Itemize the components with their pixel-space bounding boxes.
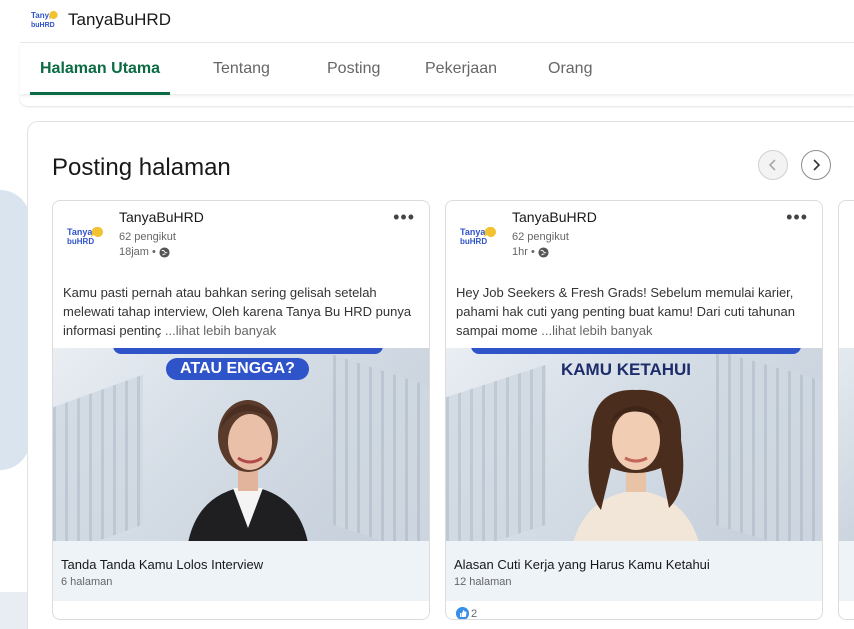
post-timestamp: 18jam • xyxy=(119,246,156,258)
reaction-number: 2 xyxy=(471,607,478,620)
chevron-left-icon xyxy=(768,159,776,171)
post-text: Hey Job Seekers & Fresh Grads! Sebelum m… xyxy=(456,283,816,340)
tab-halaman-utama[interactable]: Halaman Utama xyxy=(29,43,171,95)
post-time: 18jam • xyxy=(119,246,170,258)
post-text: Kamu pasti pernah atau bahkan sering gel… xyxy=(63,283,423,340)
post-followers: 62 pengikut xyxy=(119,231,176,243)
headline-banner xyxy=(113,348,383,354)
chevron-right-icon xyxy=(813,159,821,171)
person-photo xyxy=(188,400,308,541)
headline-banner xyxy=(471,348,801,354)
carousel-next-button[interactable] xyxy=(801,150,831,180)
page-tabs: Halaman Utama Tentang Posting Pekerjaan … xyxy=(20,42,854,95)
tab-tentang[interactable]: Tentang xyxy=(213,43,270,95)
tab-posting[interactable]: Posting xyxy=(327,43,380,95)
see-more-link[interactable]: ...lihat lebih banyak xyxy=(165,323,276,338)
svg-text:Tanya: Tanya xyxy=(67,227,93,237)
svg-text:buHRD: buHRD xyxy=(31,22,55,29)
building-graphic xyxy=(53,374,143,541)
page-header: Tanya buHRD TanyaBuHRD xyxy=(0,0,854,42)
post-card[interactable]: Tanya buHRD TanyaBuHRD 62 pengikut 18jam… xyxy=(52,200,430,620)
post-author[interactable]: TanyaBuHRD xyxy=(512,209,597,225)
document-page-count: 6 halaman xyxy=(61,576,113,588)
post-image xyxy=(839,348,854,541)
post-card[interactable]: Tanya buHRD TanyaBuHRD 62 pengikut 1hr •… xyxy=(445,200,823,620)
post-caption[interactable]: Tanda Tanda Kamu Lolos Interview 6 halam… xyxy=(53,541,429,601)
post-caption[interactable]: Alasan Cuti Kerja yang Harus Kamu Ketahu… xyxy=(446,541,822,601)
building-graphic xyxy=(333,354,429,541)
section-title: Posting halaman xyxy=(52,154,231,181)
image-headline: ATAU ENGGA? xyxy=(166,358,309,380)
post-time: 1hr • xyxy=(512,246,549,258)
background-shape xyxy=(0,190,30,470)
reaction-count[interactable]: 2 xyxy=(456,607,478,620)
carousel-prev-button[interactable] xyxy=(758,150,788,180)
post-author[interactable]: TanyaBuHRD xyxy=(119,209,204,225)
more-options-icon[interactable]: ••• xyxy=(786,207,808,228)
tab-pekerjaan[interactable]: Pekerjaan xyxy=(425,43,497,95)
svg-text:buHRD: buHRD xyxy=(460,237,487,246)
company-name[interactable]: TanyaBuHRD xyxy=(68,10,171,30)
document-title: Tanda Tanda Kamu Lolos Interview xyxy=(61,557,264,572)
person-photo xyxy=(573,389,699,541)
post-image[interactable]: KAMU KETAHUI xyxy=(446,348,822,541)
post-timestamp: 1hr • xyxy=(512,246,535,258)
building-graphic xyxy=(446,364,546,541)
post-followers: 62 pengikut xyxy=(512,231,569,243)
globe-icon xyxy=(538,246,549,258)
svg-text:Tanya: Tanya xyxy=(460,227,486,237)
svg-text:buHRD: buHRD xyxy=(67,237,94,246)
tab-orang[interactable]: Orang xyxy=(548,43,592,95)
image-headline: KAMU KETAHUI xyxy=(561,360,692,379)
globe-icon xyxy=(159,246,170,258)
document-page-count: 12 halaman xyxy=(454,576,512,588)
building-graphic xyxy=(716,350,822,541)
post-image[interactable]: ATAU ENGGA? xyxy=(53,348,429,541)
document-title: Alasan Cuti Kerja yang Harus Kamu Ketahu… xyxy=(454,557,710,572)
posts-section: Posting halaman Tanya buHRD TanyaBuHRD 6… xyxy=(28,122,854,629)
post-card-partial[interactable] xyxy=(838,200,854,620)
author-logo[interactable]: Tanya buHRD xyxy=(458,221,498,253)
section-divider xyxy=(20,94,854,106)
author-logo[interactable]: Tanya buHRD xyxy=(65,221,105,253)
see-more-link[interactable]: ...lihat lebih banyak xyxy=(541,323,652,338)
company-logo[interactable]: Tanya buHRD xyxy=(30,8,60,32)
more-options-icon[interactable]: ••• xyxy=(393,207,415,228)
post-caption xyxy=(839,541,854,601)
like-icon xyxy=(456,607,469,619)
